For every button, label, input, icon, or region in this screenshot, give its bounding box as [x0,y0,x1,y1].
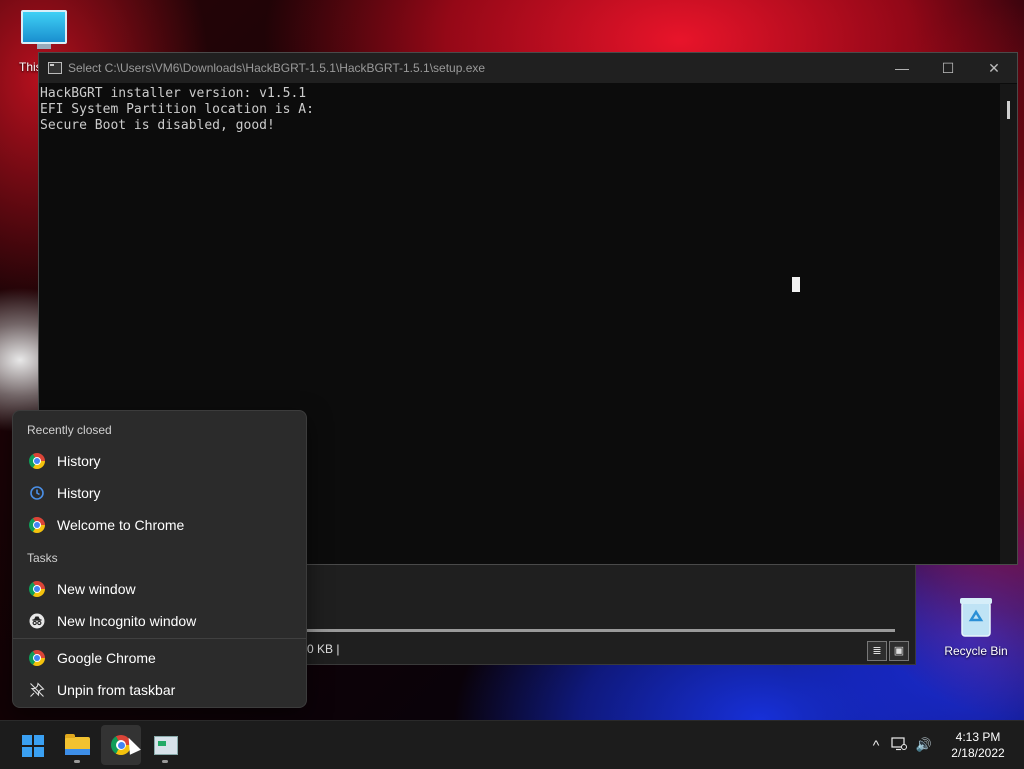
details-view-icon[interactable]: ≣ [867,641,887,661]
jumplist-item-label: New window [57,581,136,597]
large-icons-view-icon[interactable]: ▣ [889,641,909,661]
unpin-icon [29,682,45,698]
network-icon[interactable] [886,736,912,754]
desktop-icon-label: Recycle Bin [944,644,1008,658]
chrome-icon [29,581,45,597]
taskbar: ^ 🔊 4:13 PM 2/18/2022 [0,720,1024,769]
jumplist-item-label: History [57,453,101,469]
incognito-icon [29,613,45,629]
windows-icon [22,735,44,757]
console-line: HackBGRT installer version: v1.5.1 [40,86,307,101]
jumplist-item-label: Welcome to Chrome [57,517,185,533]
taskbar-setup-console[interactable] [145,725,185,765]
status-bar-text: 0 KB | [307,642,340,656]
chrome-jump-list: Recently closed History History Welcome … [12,410,307,708]
jumplist-item-google-chrome[interactable]: Google Chrome [13,642,306,674]
console-app-icon [48,62,62,74]
chrome-icon [29,650,45,666]
clock-date: 2/18/2022 [951,746,1005,760]
menu-divider [13,638,306,639]
jumplist-item-label: Google Chrome [57,650,156,666]
jumplist-item-label: Unpin from taskbar [57,682,176,698]
file-explorer-window: 0 KB | ≣ ▣ [300,560,916,665]
jumplist-item-welcome-to-chrome[interactable]: Welcome to Chrome [13,509,306,541]
maximize-button[interactable]: ☐ [925,60,971,77]
clock[interactable]: 4:13 PM 2/18/2022 [940,729,1016,761]
console-line: Secure Boot is disabled, good! [40,118,275,133]
recycle-bin-icon [959,596,993,638]
taskbar-file-explorer[interactable] [57,725,97,765]
chrome-icon [29,453,45,469]
desktop-icon-this-pc[interactable]: This PC [14,10,74,74]
vertical-scrollbar[interactable] [1000,84,1017,564]
show-hidden-icons-chevron-icon[interactable]: ^ [866,737,886,753]
tasks-heading: Tasks [27,551,58,565]
minimize-button[interactable]: — [879,60,925,76]
system-tray: ^ 🔊 [866,721,936,769]
jumplist-item-history[interactable]: History [13,445,306,477]
start-button[interactable] [12,725,52,765]
console-line: EFI System Partition location is A: [40,102,314,117]
jumplist-item-label: History [57,485,101,501]
jumplist-item-unpin-from-taskbar[interactable]: Unpin from taskbar [13,674,306,706]
jumplist-item-new-incognito-window[interactable]: New Incognito window [13,605,306,637]
horizontal-scrollbar[interactable] [307,629,895,632]
volume-icon[interactable]: 🔊 [912,737,936,753]
monitor-icon [21,10,67,44]
installer-icon [154,736,178,755]
running-indicator [162,760,168,763]
folder-icon [65,734,90,755]
text-cursor [792,277,800,292]
jumplist-item-new-window[interactable]: New window [13,573,306,605]
jumplist-item-history[interactable]: History [13,477,306,509]
history-icon [29,485,45,501]
chrome-icon [29,517,45,533]
jumplist-item-label: New Incognito window [57,613,197,629]
clock-time: 4:13 PM [955,730,1001,744]
scrollbar-thumb[interactable] [1007,101,1010,119]
running-indicator [74,760,80,763]
recently-closed-heading: Recently closed [27,423,112,437]
desktop-icon-recycle-bin[interactable]: Recycle Bin [940,596,1012,658]
close-button[interactable]: ✕ [971,60,1017,77]
console-title: Select C:\Users\VM6\Downloads\HackBGRT-1… [68,61,486,75]
monitor-stand [37,44,51,49]
console-titlebar[interactable]: Select C:\Users\VM6\Downloads\HackBGRT-1… [39,53,1017,83]
